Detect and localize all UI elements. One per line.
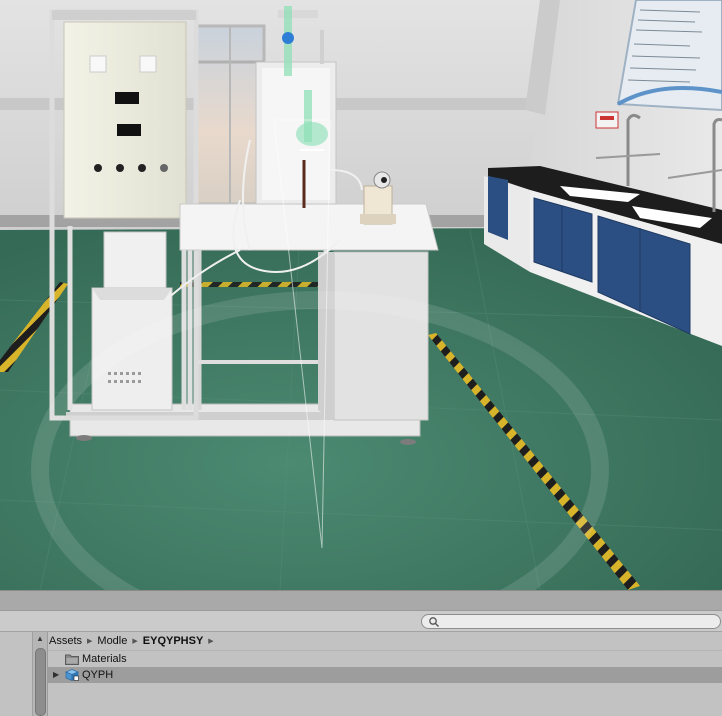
- breadcrumb-item-assets[interactable]: Assets: [48, 632, 83, 650]
- list-item-label: QYPH: [82, 669, 114, 681]
- project-toolbar: [0, 611, 722, 632]
- list-item-label: Materials: [82, 653, 127, 665]
- project-panel: ▲ Assets ▶ Modle ▶ EYQYPHSY ▶ Materials ▶ QYP…: [0, 610, 722, 716]
- expand-arrow-icon[interactable]: ▶: [53, 667, 59, 683]
- breadcrumb-separator-icon[interactable]: ▶: [204, 633, 217, 651]
- folder-tree-pane[interactable]: [0, 632, 33, 716]
- list-item-qyph[interactable]: ▶ QYPH: [48, 667, 722, 683]
- scene-viewport[interactable]: [0, 0, 722, 590]
- breadcrumb-separator-icon: ▶: [87, 638, 93, 645]
- list-item-materials[interactable]: Materials: [48, 651, 722, 667]
- scene-render: [0, 0, 722, 590]
- breadcrumb-item-current[interactable]: EYQYPHSY: [142, 632, 205, 650]
- search-icon: [429, 617, 439, 627]
- panel-divider[interactable]: [0, 590, 722, 611]
- vertical-scrollbar[interactable]: ▲: [33, 632, 48, 716]
- folder-icon: [65, 654, 79, 665]
- search-input[interactable]: [421, 614, 721, 629]
- breadcrumb-separator-icon: ▶: [132, 638, 138, 645]
- prefab-icon: [65, 669, 79, 681]
- asset-list: Materials ▶ QYPH: [48, 651, 722, 716]
- window: [194, 24, 266, 206]
- breadcrumb-item-modle[interactable]: Modle: [96, 632, 128, 650]
- scroll-up-arrow-icon[interactable]: ▲: [35, 634, 45, 644]
- breadcrumb: Assets ▶ Modle ▶ EYQYPHSY ▶: [48, 632, 722, 651]
- scroll-thumb[interactable]: [35, 648, 46, 716]
